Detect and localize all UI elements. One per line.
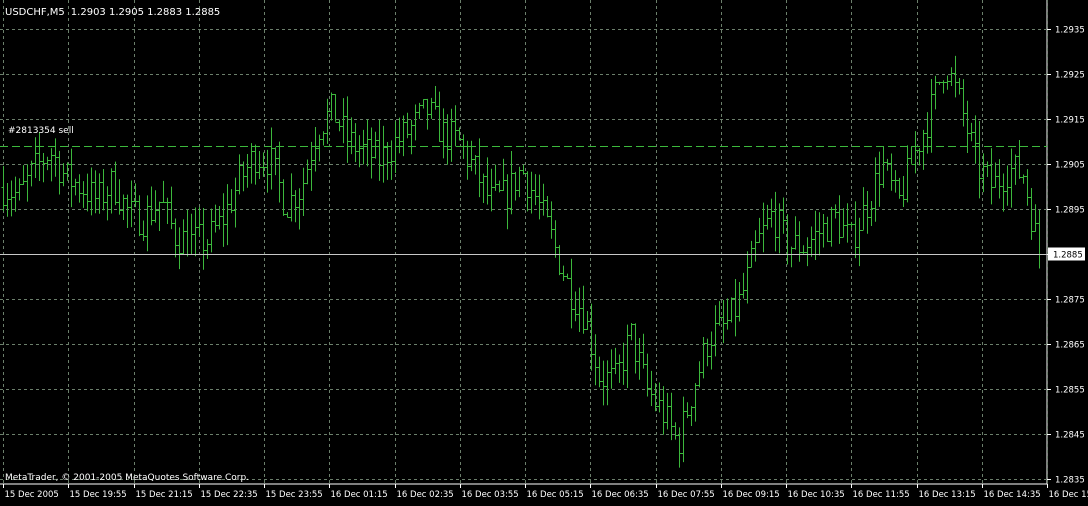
- price-chart[interactable]: 1.2935 1.2925 1.2915 1.2905 1.2895 1.2885 1.28…: [0, 0, 1088, 502]
- time-tick-label: 15 Dec 23:55: [266, 490, 323, 500]
- price-tick-label: 1.2875: [1055, 296, 1085, 306]
- time-tick-label: 16 Dec 15:55: [1049, 490, 1088, 500]
- time-tick-label: 16 Dec 01:15: [331, 490, 388, 500]
- time-tick-label: 16 Dec 10:35: [788, 490, 845, 500]
- price-tick-label: 1.2925: [1055, 71, 1085, 81]
- time-tick-label: 16 Dec 13:15: [919, 490, 976, 500]
- price-tick-label: 1.2845: [1055, 431, 1085, 441]
- time-tick-label: 15 Dec 22:35: [201, 490, 258, 500]
- symbol-label: USDCHF,M5 1.2903 1.2905 1.2883 1.2885: [5, 7, 220, 18]
- chart-background: [0, 0, 1088, 502]
- time-tick-label: 16 Dec 11:55: [853, 490, 910, 500]
- time-tick-label: 16 Dec 09:15: [723, 490, 780, 500]
- time-tick-label: 16 Dec 02:35: [397, 490, 454, 500]
- time-tick-label: 16 Dec 03:55: [462, 490, 519, 500]
- price-tick-label: 1.2855: [1055, 386, 1085, 396]
- price-tick-label: 1.2915: [1055, 116, 1085, 126]
- price-tick-label: 1.2865: [1055, 341, 1085, 351]
- copyright-text: MetaTrader, © 2001-2005 MetaQuotes Softw…: [5, 473, 249, 483]
- price-tick-label: 1.2895: [1055, 206, 1085, 216]
- price-tick-label: 1.2935: [1055, 26, 1085, 36]
- time-tick-label: 16 Dec 06:35: [592, 490, 649, 500]
- time-tick-label: 16 Dec 07:55: [658, 490, 715, 500]
- ohlc-values: 1.2903 1.2905 1.2883 1.2885: [71, 7, 221, 18]
- current-price-label: 1.2885: [1053, 251, 1083, 261]
- symbol-timeframe: USDCHF,M5: [5, 7, 65, 18]
- price-tick-label: 1.2905: [1055, 161, 1085, 171]
- order-label[interactable]: #2813354 sell: [8, 126, 74, 136]
- time-tick-label: 16 Dec 14:35: [984, 490, 1041, 500]
- time-tick-label: 16 Dec 05:15: [527, 490, 584, 500]
- chart-canvas[interactable]: 1.2935 1.2925 1.2915 1.2905 1.2895 1.2885 1.28…: [0, 0, 1088, 502]
- time-tick-label: 15 Dec 21:15: [136, 490, 193, 500]
- time-tick-label: 15 Dec 2005: [5, 490, 59, 500]
- time-tick-label: 15 Dec 19:55: [70, 490, 127, 500]
- price-tick-label: 1.2835: [1055, 476, 1085, 486]
